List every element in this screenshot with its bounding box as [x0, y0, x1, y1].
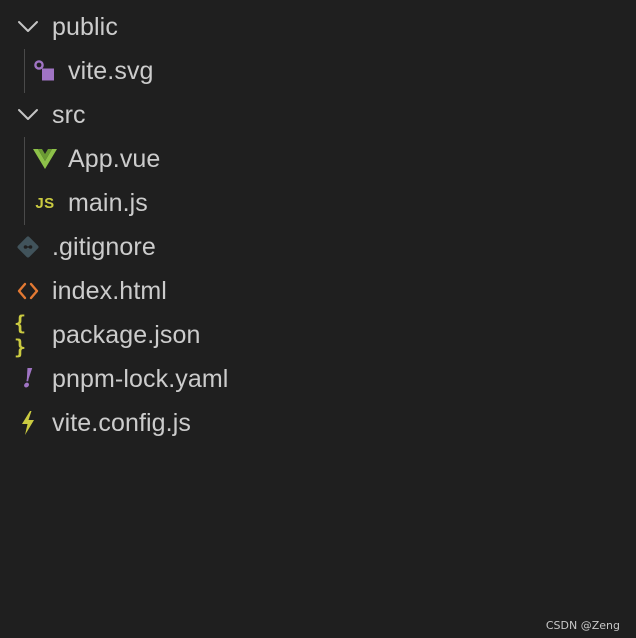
git-file-icon — [14, 225, 42, 269]
json-file-icon-text: { } — [14, 311, 26, 359]
folder-src[interactable]: src — [0, 93, 636, 137]
file-app-vue[interactable]: App.vue — [0, 137, 636, 181]
file-pnpm-lock-yaml[interactable]: ! pnpm-lock.yaml — [0, 357, 636, 401]
file-vite-config-js[interactable]: vite.config.js — [0, 401, 636, 445]
chevron-down-icon[interactable] — [14, 93, 42, 137]
file-explorer-tree: public vite.svg src App.vue JS main.js .… — [0, 5, 636, 445]
file-main-js[interactable]: JS main.js — [0, 181, 636, 225]
file-index-html-label: index.html — [52, 276, 167, 305]
js-file-icon-text: JS — [35, 194, 55, 212]
folder-src-label: src — [52, 100, 86, 129]
yaml-file-icon-text: ! — [22, 364, 34, 394]
js-file-icon: JS — [31, 181, 59, 225]
svg-file-icon — [31, 49, 59, 93]
indent-guide — [24, 49, 25, 93]
indent-guide — [24, 137, 25, 181]
html-file-icon — [14, 269, 42, 313]
file-package-json[interactable]: { } package.json — [0, 311, 636, 359]
folder-public-label: public — [52, 12, 118, 41]
file-app-vue-label: App.vue — [68, 144, 161, 173]
file-vite-svg-label: vite.svg — [68, 56, 154, 85]
json-file-icon: { } — [14, 311, 42, 359]
file-pnpm-lock-yaml-label: pnpm-lock.yaml — [52, 364, 229, 393]
file-gitignore-label: .gitignore — [52, 232, 156, 261]
file-package-json-label: package.json — [52, 320, 201, 349]
vue-file-icon — [31, 137, 59, 181]
watermark: CSDN @Zeng — [545, 619, 620, 632]
file-vite-svg[interactable]: vite.svg — [0, 49, 636, 93]
file-main-js-label: main.js — [68, 188, 148, 217]
file-gitignore[interactable]: .gitignore — [0, 225, 636, 269]
indent-guide — [24, 181, 25, 225]
folder-public[interactable]: public — [0, 5, 636, 49]
yaml-file-icon: ! — [14, 357, 42, 401]
file-index-html[interactable]: index.html — [0, 269, 636, 313]
file-vite-config-js-label: vite.config.js — [52, 408, 191, 437]
vite-config-icon — [14, 401, 42, 445]
chevron-down-icon[interactable] — [14, 5, 42, 49]
